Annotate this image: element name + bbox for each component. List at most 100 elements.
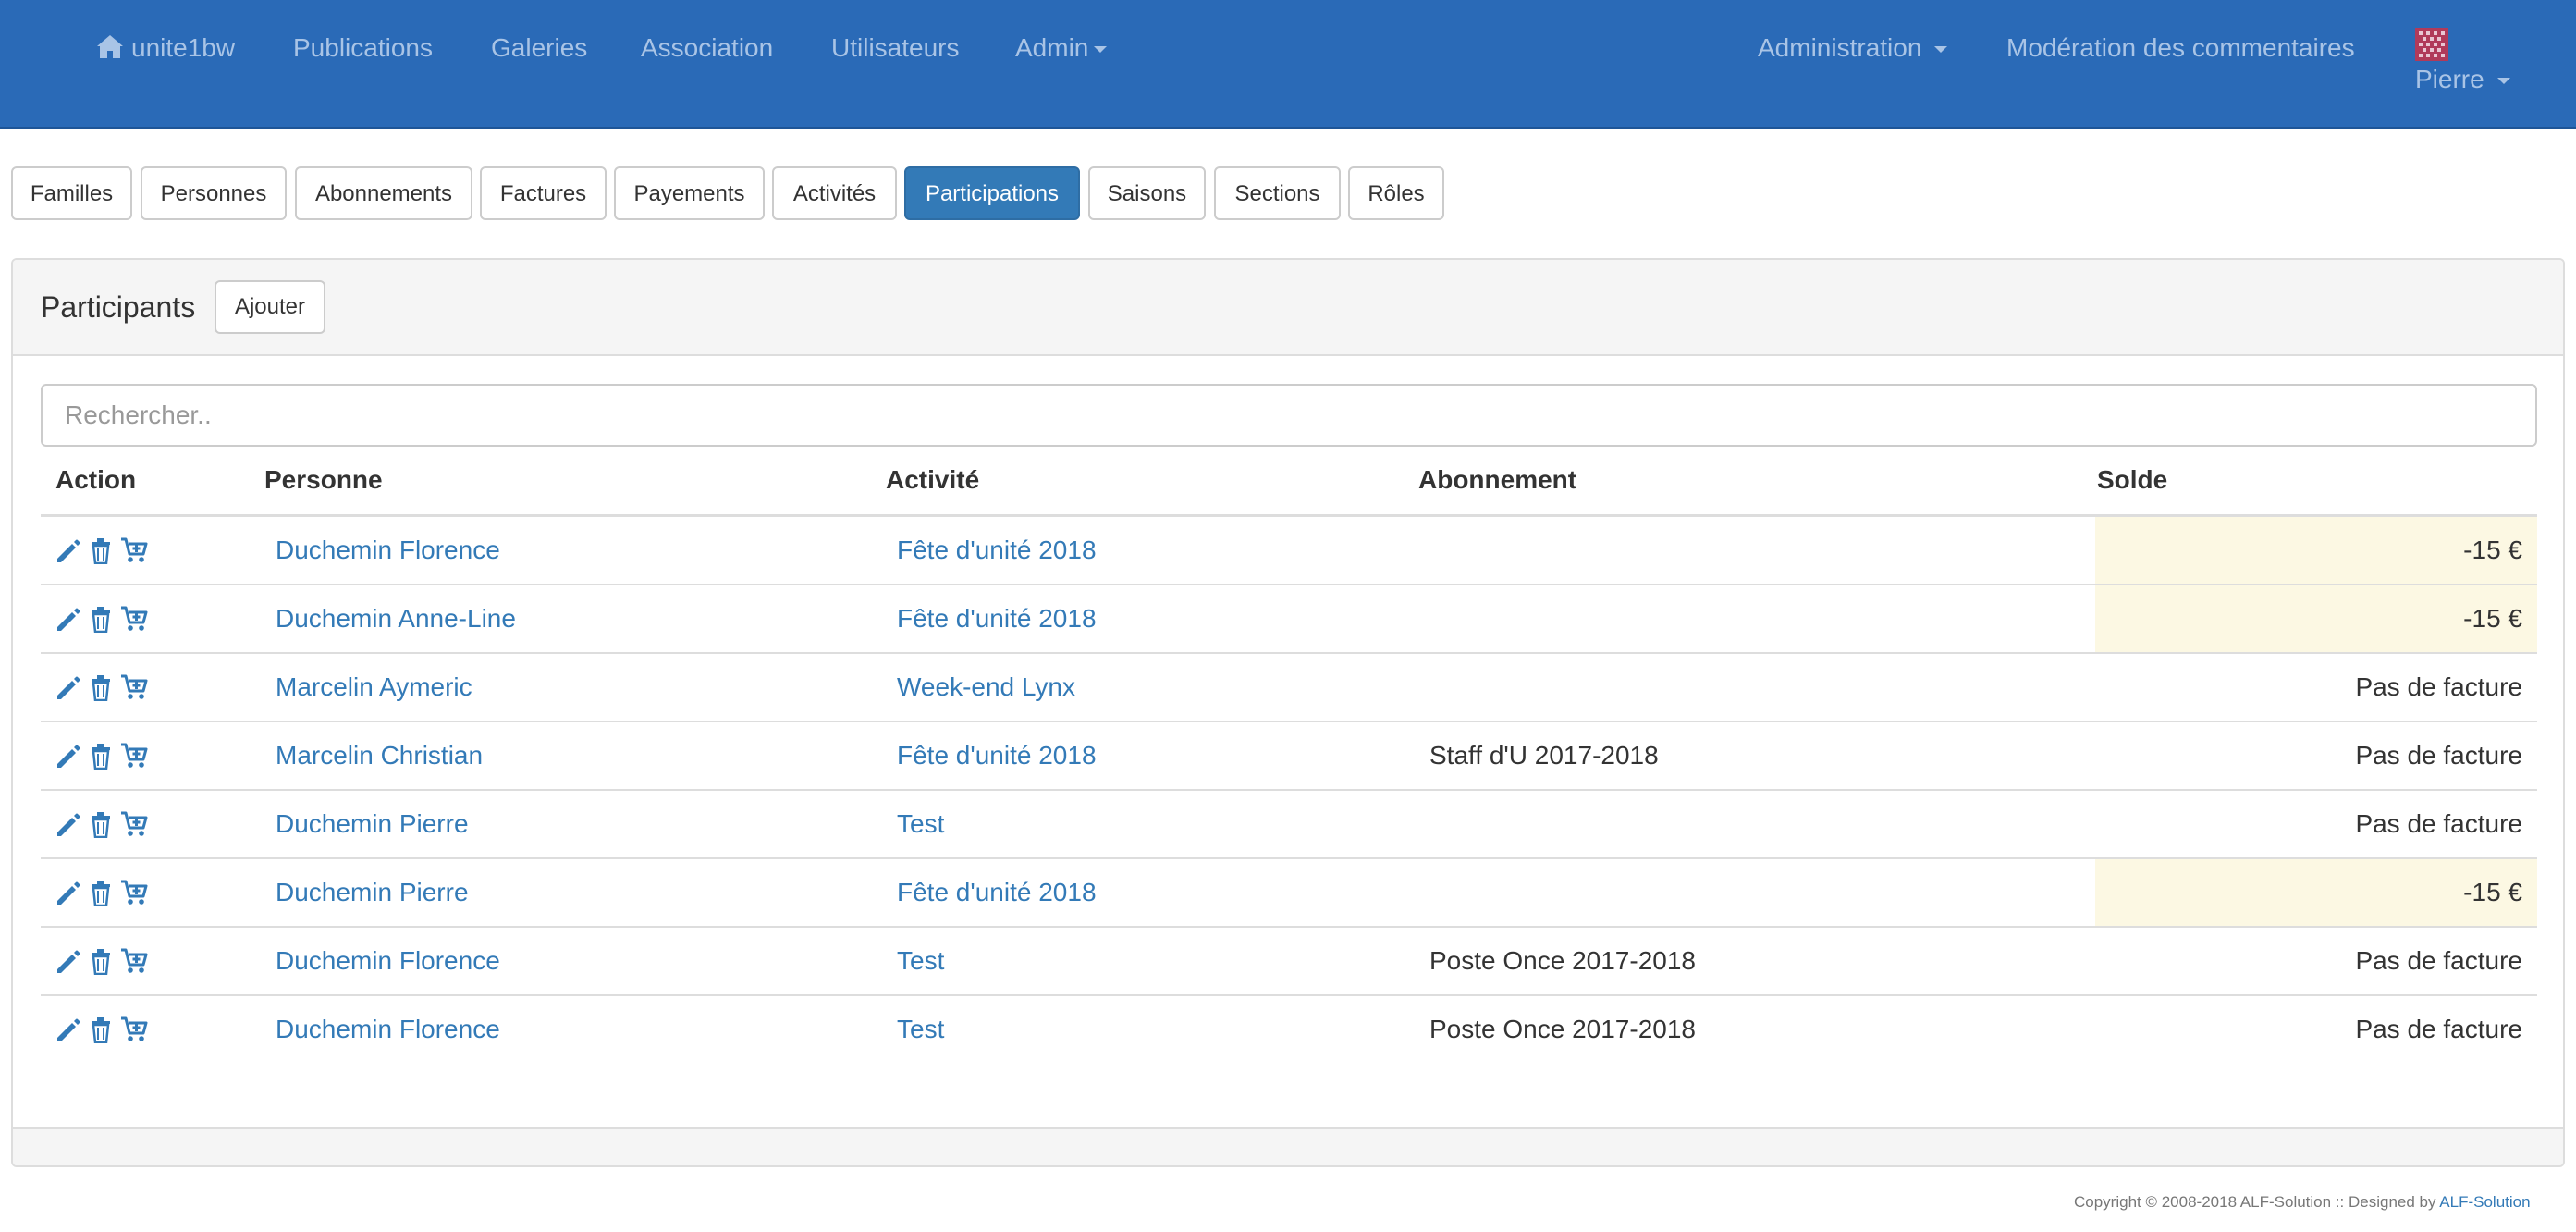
pencil-icon[interactable] xyxy=(54,1016,81,1043)
pencil-icon[interactable] xyxy=(54,605,81,633)
cart-plus-icon[interactable] xyxy=(120,536,148,564)
personne-link[interactable]: Duchemin Florence xyxy=(276,928,500,994)
nav-label: Galeries xyxy=(491,33,588,62)
activite-link[interactable]: Test xyxy=(897,928,944,994)
trash-icon[interactable] xyxy=(87,879,115,906)
trash-icon[interactable] xyxy=(87,742,115,770)
tab-personnes[interactable]: Personnes xyxy=(141,166,287,220)
add-button[interactable]: Ajouter xyxy=(215,280,325,334)
trash-icon[interactable] xyxy=(87,1016,115,1043)
tab-saisons[interactable]: Saisons xyxy=(1088,166,1206,220)
personne-link[interactable]: Duchemin Florence xyxy=(276,996,500,1063)
pencil-icon[interactable] xyxy=(54,536,81,564)
copyright-text: Copyright © 2008-2018 ALF-Solution :: De… xyxy=(2074,1193,2531,1212)
pencil-icon[interactable] xyxy=(54,947,81,975)
table-row: Duchemin Pierre Fête d'unité 2018 -15 € xyxy=(41,859,2537,928)
activite-link[interactable]: Week-end Lynx xyxy=(897,654,1075,721)
abonnement-cell: Poste Once 2017-2018 xyxy=(1429,1015,1696,1043)
personne-link[interactable]: Marcelin Christian xyxy=(276,722,483,789)
table-row: Duchemin Anne-Line Fête d'unité 2018 -15 € xyxy=(41,585,2537,654)
tab-payements[interactable]: Payements xyxy=(614,166,765,220)
caret-down-icon xyxy=(1094,46,1108,54)
tab-label: Abonnements xyxy=(314,181,453,206)
trash-icon[interactable] xyxy=(87,536,115,564)
table-row: Duchemin Florence Fête d'unité 2018 -15 € xyxy=(41,517,2537,585)
tab-label: Saisons xyxy=(1107,181,1187,206)
tab-factures[interactable]: Factures xyxy=(480,166,607,220)
table-row: Duchemin Florence Test Poste Once 2017-201… xyxy=(41,928,2537,996)
tab-label: Personnes xyxy=(160,181,267,206)
cart-plus-icon[interactable] xyxy=(120,605,148,633)
table-row: Marcelin Christian Fête d'unité 2018 Staff… xyxy=(41,722,2537,791)
column-header-personne[interactable]: Personne xyxy=(264,462,383,499)
abonnement-cell: Poste Once 2017-2018 xyxy=(1429,946,1696,975)
cart-plus-icon[interactable] xyxy=(120,879,148,906)
trash-icon[interactable] xyxy=(87,673,115,701)
solde-cell: -15 € xyxy=(2095,859,2537,926)
brand-link[interactable]: unite1bw xyxy=(96,30,235,67)
activite-link[interactable]: Fête d'unité 2018 xyxy=(897,859,1097,926)
nav-label: Admin xyxy=(1015,33,1089,62)
tab-sections[interactable]: Sections xyxy=(1214,166,1341,220)
nav-label: Modération des commentaires xyxy=(2006,33,2355,62)
cart-plus-icon[interactable] xyxy=(120,810,148,838)
pencil-icon[interactable] xyxy=(54,810,81,838)
cart-plus-icon[interactable] xyxy=(120,947,148,975)
brand-label: unite1bw xyxy=(131,33,236,62)
cart-plus-icon[interactable] xyxy=(120,1016,148,1043)
designer-link[interactable]: ALF-Solution xyxy=(2439,1193,2530,1211)
solde-cell: -15 € xyxy=(2095,517,2537,584)
trash-icon[interactable] xyxy=(87,810,115,838)
tab-label: Participations xyxy=(925,181,1060,206)
table-row: Duchemin Florence Test Poste Once 2017-201… xyxy=(41,996,2537,1065)
personne-link[interactable]: Duchemin Florence xyxy=(276,517,500,584)
cart-plus-icon[interactable] xyxy=(120,673,148,701)
trash-icon[interactable] xyxy=(87,605,115,633)
activite-link[interactable]: Test xyxy=(897,791,944,857)
pencil-icon[interactable] xyxy=(54,879,81,906)
column-header-abonnement[interactable]: Abonnement xyxy=(1418,462,1576,499)
tab-participations[interactable]: Participations xyxy=(904,166,1080,220)
tab-familles[interactable]: Familles xyxy=(11,166,132,220)
panel-footer xyxy=(13,1127,2563,1165)
nav-utilisateurs[interactable]: Utilisateurs xyxy=(831,30,959,67)
nav-moderation[interactable]: Modération des commentaires xyxy=(2006,30,2355,67)
tab-abonnements[interactable]: Abonnements xyxy=(295,166,472,220)
nav-publications[interactable]: Publications xyxy=(293,30,433,67)
nav-label: Administration xyxy=(1758,33,1922,62)
pencil-icon[interactable] xyxy=(54,673,81,701)
tab-activites[interactable]: Activités xyxy=(772,166,897,220)
column-header-activite[interactable]: Activité xyxy=(886,462,979,499)
activite-link[interactable]: Fête d'unité 2018 xyxy=(897,722,1097,789)
personne-link[interactable]: Duchemin Anne-Line xyxy=(276,585,516,652)
table-row: Duchemin Pierre Test Pas de facture xyxy=(41,791,2537,859)
search-input[interactable] xyxy=(41,384,2537,447)
nav-galeries[interactable]: Galeries xyxy=(491,30,587,67)
activite-link[interactable]: Fête d'unité 2018 xyxy=(897,517,1097,584)
nav-admin-dropdown[interactable]: Admin xyxy=(1015,30,1108,67)
personne-link[interactable]: Duchemin Pierre xyxy=(276,859,469,926)
nav-association[interactable]: Association xyxy=(641,30,773,67)
table-row: Marcelin Aymeric Week-end Lynx Pas de fact… xyxy=(41,654,2537,722)
column-header-action: Action xyxy=(55,465,137,494)
tab-label: Sections xyxy=(1234,181,1320,206)
activite-link[interactable]: Fête d'unité 2018 xyxy=(897,585,1097,652)
personne-link[interactable]: Duchemin Pierre xyxy=(276,791,469,857)
nav-administration-dropdown[interactable]: Administration xyxy=(1758,30,1948,67)
activite-link[interactable]: Test xyxy=(897,996,944,1063)
pencil-icon[interactable] xyxy=(54,742,81,770)
personne-link[interactable]: Marcelin Aymeric xyxy=(276,654,472,721)
user-name: Pierre xyxy=(2415,63,2510,96)
column-header-solde[interactable]: Solde xyxy=(2097,462,2167,499)
tab-label: Rôles xyxy=(1368,181,1425,206)
cart-plus-icon[interactable] xyxy=(120,742,148,770)
panel-title: Participants xyxy=(41,290,196,324)
panel-heading: Participants Ajouter xyxy=(13,260,2563,356)
solde-cell: Pas de facture xyxy=(2355,741,2522,770)
solde-cell: Pas de facture xyxy=(2355,946,2522,975)
nav-label: Association xyxy=(641,33,774,62)
tab-label: Familles xyxy=(30,181,114,206)
tab-roles[interactable]: Rôles xyxy=(1348,166,1444,220)
user-avatar-icon xyxy=(2415,28,2448,61)
trash-icon[interactable] xyxy=(87,947,115,975)
